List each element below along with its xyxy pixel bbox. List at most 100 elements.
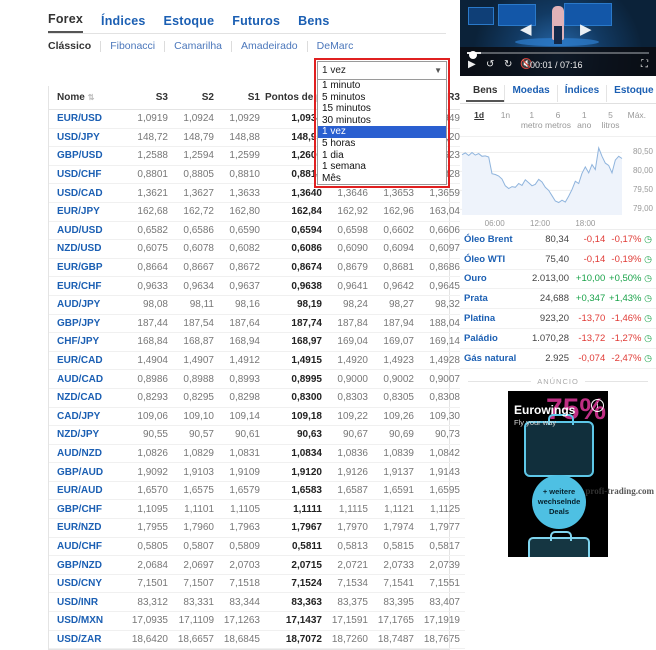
forward-10-icon[interactable]: ↻ xyxy=(504,59,512,70)
cell-name[interactable]: AUD/JPY xyxy=(49,295,127,315)
cell-name[interactable]: USD/CAD xyxy=(49,183,127,203)
subtab-amadeirado[interactable]: Amadeirado xyxy=(232,41,308,52)
table-row[interactable]: USD/MXN 17,0935 17,1109 17,1263 17,1437 17,15… xyxy=(49,611,465,631)
table-row[interactable]: EUR/CAD 1,4904 1,4907 1,4912 1,4915 1,4920 1,4… xyxy=(49,351,465,371)
commodity-row[interactable]: Prata 24,688 +0,347 +1,43% ◷ xyxy=(460,289,656,310)
table-row[interactable]: CAD/JPY 109,06 109,10 109,14 109,18 109,22 109… xyxy=(49,407,465,427)
interval-option-30-minutos[interactable]: 30 minutos xyxy=(318,115,446,127)
tab-futuros[interactable]: Futuros xyxy=(232,14,280,33)
video-progress-handle[interactable] xyxy=(469,50,477,59)
table-row[interactable]: AUD/NZD 1,0826 1,0829 1,0831 1,0834 1,0836 1,0… xyxy=(49,444,465,464)
table-row[interactable]: EUR/AUD 1,6570 1,6575 1,6579 1,6583 1,6587 1,6… xyxy=(49,481,465,501)
table-row[interactable]: NZD/JPY 90,55 90,57 90,61 90,63 90,67 90,69 90,… xyxy=(49,425,465,445)
commodity-row[interactable]: Platina 923,20 -13,70 -1,46% ◷ xyxy=(460,309,656,329)
interval-option-mes[interactable]: Mês xyxy=(318,173,446,185)
rewind-10-icon[interactable]: ↺ xyxy=(486,59,494,70)
next-video-icon[interactable]: ▶ xyxy=(580,20,592,38)
cell-name[interactable]: AUD/CAD xyxy=(49,369,127,389)
panel-tab-moedas[interactable]: Moedas xyxy=(505,85,558,102)
advertisement-banner[interactable]: 75% i Eurowings Fly your way + weitere w… xyxy=(508,390,608,557)
cell-name[interactable]: GBP/AUD xyxy=(49,462,127,482)
video-player[interactable]: ◀ ▶ ▶ ↺ ↻ 🔇 00:01 / 07:16 ⛶ xyxy=(460,0,656,76)
cell-name[interactable]: NZD/JPY xyxy=(49,425,127,445)
cell-name[interactable]: EUR/GBP xyxy=(49,258,127,278)
panel-tab-estoque[interactable]: Estoque xyxy=(607,85,656,102)
col-header-s3[interactable]: S3 xyxy=(127,86,173,110)
previous-video-icon[interactable]: ◀ xyxy=(520,20,532,38)
table-row[interactable]: GBP/NZD 2,0684 2,0697 2,0703 2,0715 2,0721 2,0… xyxy=(49,555,465,575)
cell-name[interactable]: EUR/AUD xyxy=(49,481,127,501)
table-row[interactable]: EUR/NZD 1,7955 1,7960 1,7963 1,7967 1,7970 1,7… xyxy=(49,518,465,538)
range-max[interactable]: Máx. xyxy=(624,110,650,130)
table-row[interactable]: NZD/USD 0,6075 0,6078 0,6082 0,6086 0,6090 0,6… xyxy=(49,239,465,259)
fullscreen-icon[interactable]: ⛶ xyxy=(641,59,648,70)
cell-name[interactable]: EUR/USD xyxy=(49,109,127,129)
tab-estoque[interactable]: Estoque xyxy=(164,14,215,33)
subtab-fibonacci[interactable]: Fibonacci xyxy=(101,41,166,52)
cell-name[interactable]: EUR/JPY xyxy=(49,202,127,222)
subtab-demarc[interactable]: DeMarc xyxy=(308,41,363,52)
table-row[interactable]: NZD/CAD 0,8293 0,8295 0,8298 0,8300 0,8303 0,8… xyxy=(49,388,465,408)
interval-option-1-semana[interactable]: 1 semana xyxy=(318,161,446,173)
table-row[interactable]: USD/CNY 7,1501 7,1507 7,1518 7,1524 7,1534 7,1… xyxy=(49,574,465,594)
tab-indices[interactable]: Índices xyxy=(101,14,145,33)
range-1n[interactable]: 1n xyxy=(492,110,518,130)
cell-name[interactable]: USD/INR xyxy=(49,592,127,613)
table-row[interactable]: EUR/JPY 162,68 162,72 162,80 162,84 162,92 162… xyxy=(49,202,465,222)
cell-name[interactable]: AUD/NZD xyxy=(49,444,127,464)
price-chart[interactable]: 80,50 80,00 79,50 79,00 06:00 12:00 18:00 xyxy=(460,137,656,229)
commodity-row[interactable]: Ouro 2.013,00 +10,00 +0,50% ◷ xyxy=(460,270,656,290)
interval-select[interactable]: 1 vez ▼ xyxy=(317,61,447,80)
commodity-row[interactable]: Paládio 1.070,28 -13,72 -1,27% ◷ xyxy=(460,329,656,349)
col-header-nome[interactable]: Nome ⇅ xyxy=(49,86,127,110)
interval-option-5-horas[interactable]: 5 horas xyxy=(318,138,446,150)
video-progress-bar[interactable] xyxy=(467,50,649,59)
cell-name[interactable]: EUR/NZD xyxy=(49,518,127,538)
cell-name[interactable]: GBP/USD xyxy=(49,146,127,166)
table-row[interactable]: EUR/CHF 0,9633 0,9634 0,9637 0,9638 0,9641 0,9… xyxy=(49,276,465,296)
range-1-ano[interactable]: 1 ano xyxy=(571,110,597,130)
commodity-row[interactable]: Óleo WTI 75,40 -0,14 -0,19% ◷ xyxy=(460,250,656,270)
tab-forex[interactable]: Forex xyxy=(48,12,84,33)
cell-name[interactable]: CAD/JPY xyxy=(49,407,127,427)
interval-option-1-vez[interactable]: 1 vez xyxy=(318,126,446,138)
table-row[interactable]: GBP/CHF 1,1095 1,1101 1,1105 1,1111 1,1115 1,1… xyxy=(49,499,465,520)
table-row[interactable]: USD/ZAR 18,6420 18,6657 18,6845 18,7072 18,72… xyxy=(49,630,465,650)
table-row[interactable]: AUD/JPY 98,08 98,11 98,16 98,19 98,24 98,27 98,… xyxy=(49,295,465,315)
subtab-camarilha[interactable]: Camarilha xyxy=(165,41,233,52)
interval-option-15-minutos[interactable]: 15 minutos xyxy=(318,103,446,115)
cell-name[interactable]: GBP/JPY xyxy=(49,314,127,334)
cell-name[interactable]: USD/MXN xyxy=(49,611,127,631)
interval-option-5-minutos[interactable]: 5 minutos xyxy=(318,92,446,104)
table-row[interactable]: EUR/GBP 0,8664 0,8667 0,8672 0,8674 0,8679 0,8… xyxy=(49,258,465,278)
cell-name[interactable]: GBP/CHF xyxy=(49,499,127,520)
cell-name[interactable]: AUD/USD xyxy=(49,221,127,241)
range-1-metro[interactable]: 1 metro xyxy=(519,110,545,130)
table-row[interactable]: GBP/JPY 187,44 187,54 187,64 187,74 187,84 187… xyxy=(49,314,465,334)
cell-name[interactable]: USD/JPY xyxy=(49,128,127,148)
cell-name[interactable]: USD/CNY xyxy=(49,574,127,594)
table-row[interactable]: GBP/AUD 1,9092 1,9103 1,9109 1,9120 1,9126 1,9… xyxy=(49,462,465,482)
table-row[interactable]: USD/INR 83,312 83,331 83,344 83,363 83,375 83,… xyxy=(49,592,465,613)
interval-option-1-dia[interactable]: 1 dia xyxy=(318,150,446,162)
subtab-classico[interactable]: Clássico xyxy=(48,41,102,52)
range-5-litros[interactable]: 5 litros xyxy=(597,110,623,130)
cell-name[interactable]: EUR/CAD xyxy=(49,351,127,371)
cell-name[interactable]: CHF/JPY xyxy=(49,332,127,352)
range-1d[interactable]: 1d xyxy=(466,110,492,130)
range-6-metros[interactable]: 6 metros xyxy=(545,110,571,130)
cell-name[interactable]: GBP/NZD xyxy=(49,555,127,575)
table-row[interactable]: AUD/USD 0,6582 0,6586 0,6590 0,6594 0,6598 0,6… xyxy=(49,221,465,241)
cell-name[interactable]: USD/CHF xyxy=(49,165,127,185)
cell-name[interactable]: NZD/USD xyxy=(49,239,127,259)
cell-name[interactable]: USD/ZAR xyxy=(49,630,127,650)
commodity-row[interactable]: Gás natural 2.925 -0,074 -2,47% ◷ xyxy=(460,349,656,369)
table-row[interactable]: AUD/CAD 0,8986 0,8988 0,8993 0,8995 0,9000 0,9… xyxy=(49,369,465,389)
table-row[interactable]: AUD/CHF 0,5805 0,5807 0,5809 0,5811 0,5813 0,5… xyxy=(49,537,465,557)
tab-bens[interactable]: Bens xyxy=(298,14,329,33)
info-icon[interactable]: i xyxy=(591,398,604,412)
commodity-row[interactable]: Óleo Brent 80,34 -0,14 -0,17% ◷ xyxy=(460,230,656,250)
table-row[interactable]: CHF/JPY 168,84 168,87 168,94 168,97 169,04 169… xyxy=(49,332,465,352)
interval-option-1-minuto[interactable]: 1 minuto xyxy=(318,80,446,92)
play-icon[interactable]: ▶ xyxy=(468,59,476,70)
